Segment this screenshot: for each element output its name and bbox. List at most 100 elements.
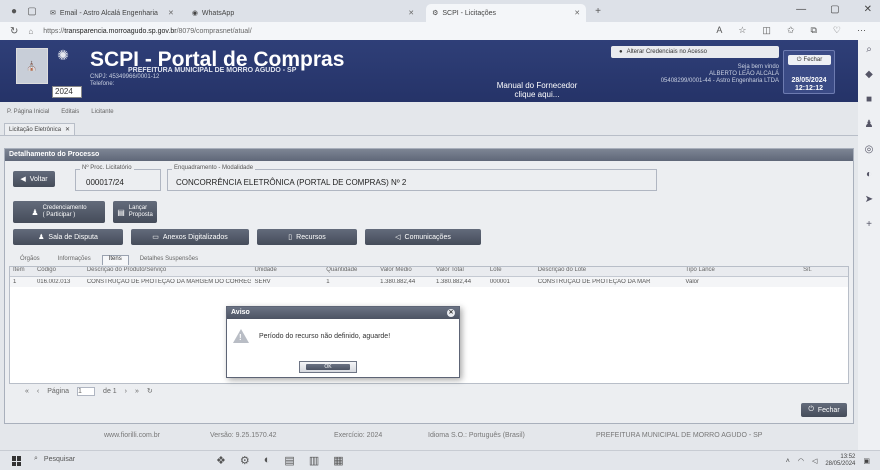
minimize-icon[interactable]: — [796, 4, 806, 15]
store-icon[interactable]: ▦ [333, 454, 343, 467]
outlook-icon[interactable]: ◐ [866, 169, 872, 180]
fechar-top-button[interactable]: ⏻ Fechar [788, 55, 831, 65]
column-header[interactable]: Tipo Lance [682, 267, 800, 276]
city-crest-logo: ⛪ [16, 48, 48, 84]
voltar-button[interactable]: ◀ Voltar [13, 171, 55, 187]
chevron-up-icon[interactable]: ˄ [786, 458, 790, 465]
prefeitura-text: PREFEITURA MUNICIPAL DE MORRO AGUDO - SP [596, 431, 763, 439]
panel-title: Detalhamento do Processo [5, 149, 853, 161]
wifi-icon[interactable]: ◠ [798, 457, 804, 465]
next-page-icon[interactable]: › [125, 388, 127, 395]
workspaces-icon[interactable]: ▢ [26, 5, 38, 17]
prev-page-icon[interactable]: ‹ [37, 388, 39, 395]
column-header[interactable]: Unidade [251, 267, 323, 276]
lancar-proposta-button[interactable]: ▤ Lançar Proposta [113, 201, 157, 223]
games-icon[interactable]: ♟ [865, 119, 874, 130]
column-header[interactable]: Sit. [800, 267, 848, 276]
fechar-button[interactable]: ⏻ Fechar [801, 403, 847, 417]
send-icon[interactable]: ➤ [865, 194, 873, 205]
close-icon[interactable]: ✕ [447, 309, 455, 317]
explorer-icon[interactable]: ▥ [309, 454, 319, 467]
column-header[interactable]: Código [34, 267, 84, 276]
user-info: Seja bem vindo ALBERTO LEÃO ALCALÁ 05408… [660, 64, 779, 84]
files-icon[interactable]: ▤ [284, 454, 294, 467]
site-link[interactable]: www.fiorilli.com.br [104, 432, 160, 439]
add-icon[interactable]: + [866, 219, 872, 230]
collections-icon[interactable]: ⧉ [810, 25, 816, 36]
ok-button[interactable]: OK [299, 361, 357, 373]
refresh-icon[interactable]: ↻ [10, 26, 18, 37]
new-tab-icon[interactable]: + [592, 5, 604, 17]
browser-tab-scpi[interactable]: ⚙ SCPI - Licitações ✕ [426, 4, 587, 22]
column-header[interactable]: Descrição do Lote [535, 267, 683, 276]
settings-icon[interactable]: ⚙ [240, 454, 250, 467]
toolbar-licitante[interactable]: Licitante [88, 108, 116, 120]
column-header[interactable]: Valor Médio [377, 267, 433, 276]
profile-icon[interactable]: ● [8, 5, 20, 17]
tab-licitacao-eletronica[interactable]: Licitação Eletrônica ✕ [4, 123, 76, 135]
refresh-grid-icon[interactable]: ↻ [147, 387, 153, 395]
browser-tab-whatsapp[interactable]: ◉ WhatsApp ✕ [186, 4, 420, 22]
table-row[interactable]: 1 016.002.013 CONSTRUÇÃO DE PROTEÇÃO DA … [10, 277, 848, 287]
last-page-icon[interactable]: » [135, 388, 139, 395]
first-page-icon[interactable]: « [25, 388, 29, 395]
recursos-button[interactable]: ▯ Recursos [257, 229, 357, 245]
maximize-icon[interactable]: ▢ [830, 4, 839, 15]
office-icon[interactable]: ◎ [865, 144, 874, 155]
alterar-credenciais-button[interactable]: ● Alterar Credenciais no Acesso [611, 46, 779, 58]
favorite-icon[interactable]: ☆ [738, 25, 746, 36]
column-header[interactable]: Quantidade [323, 267, 377, 276]
status-bar: www.fiorilli.com.br Versão: 9.25.1570.42… [0, 428, 858, 442]
edge-icon[interactable]: ◐ [264, 454, 271, 467]
extensions-icon[interactable]: ♡ [833, 25, 841, 36]
volume-icon[interactable]: ◁ [812, 457, 817, 465]
column-header[interactable]: Valor Total [433, 267, 487, 276]
column-header[interactable]: Lote [487, 267, 535, 276]
anexos-digitalizados-button[interactable]: ▭ Anexos Digitalizados [131, 229, 249, 245]
comunicacoes-button[interactable]: ◁ Comunicações [365, 229, 481, 245]
detalhamento-panel: Detalhamento do Processo ◀ Voltar Nº Pro… [4, 148, 854, 424]
tag-icon[interactable]: ◆ [865, 69, 873, 80]
sala-disputa-button[interactable]: ♟ Sala de Disputa [13, 229, 123, 245]
toolbar-pagina-inicial[interactable]: P. Página Inicial [4, 108, 52, 120]
year-select[interactable]: 2024 [52, 86, 82, 98]
column-header[interactable]: Descrição do Produto/Serviço [84, 267, 252, 276]
address-bar-icons: A ☆ ◫ ✩ ⧉ ♡ ⋯ [716, 25, 866, 36]
toolbar-editais[interactable]: Editais [58, 108, 82, 120]
notification-icon[interactable]: ▣ [863, 457, 870, 465]
taskbar-clock[interactable]: 13:52 28/05/2024 [825, 454, 855, 468]
edge-sidebar: ⌕ ◆ ■ ♟ ◎ ◐ ➤ + [858, 40, 880, 450]
portal-header: ⛪ ✺ 2024 SCPI - Portal de Compras PREFEI… [0, 40, 858, 102]
tab-informacoes[interactable]: Informações [51, 255, 98, 265]
close-window-icon[interactable]: ✕ [864, 4, 872, 15]
close-tab-icon[interactable]: ✕ [168, 9, 174, 17]
taskbar-search[interactable]: ⌕ Pesquisar [34, 455, 75, 463]
favorites-icon[interactable]: ✩ [787, 25, 795, 36]
proc-licitatorio-field: Nº Proc. Licitatório 000017/24 [75, 165, 161, 191]
search-icon[interactable]: ⌕ [866, 44, 872, 55]
more-icon[interactable]: ⋯ [857, 25, 866, 36]
page-number-input[interactable]: 1 [77, 386, 96, 396]
windows-start-icon[interactable] [12, 456, 22, 466]
close-tab-icon[interactable]: ✕ [65, 126, 70, 133]
widgets-icon[interactable]: ❖ [216, 454, 226, 467]
tab-detalhes-suspensoes[interactable]: Detalhes Suspensões [133, 255, 205, 265]
document-icon: ▤ [117, 207, 125, 217]
close-tab-icon[interactable]: ✕ [408, 9, 414, 17]
column-header[interactable]: Item [10, 267, 34, 276]
read-aloud-icon[interactable]: A [716, 25, 722, 36]
version-text: Versão: 9.25.1570.42 [210, 431, 277, 439]
tab-orgaos[interactable]: Órgãos [13, 255, 47, 265]
manual-fornecedor-link[interactable]: Manual do Fornecedor clique aqui... [470, 81, 604, 99]
url-field[interactable]: https://transparencia.morroagudo.sp.gov.… [43, 28, 251, 35]
briefcase-icon[interactable]: ■ [866, 94, 872, 105]
folder-icon: ▭ [152, 234, 159, 241]
tab-itens[interactable]: Itens [101, 255, 129, 265]
close-tab-icon[interactable]: ✕ [574, 9, 580, 17]
page-content: ⛪ ✺ 2024 SCPI - Portal de Compras PREFEI… [0, 40, 858, 450]
credenciamento-button[interactable]: ♟ Credenciamento( Participar ) [13, 201, 105, 223]
browser-tab-email[interactable]: ✉ Email - Astro Alcalá Engenharia ✕ [44, 4, 180, 22]
lock-icon[interactable]: ⌂ [28, 27, 33, 36]
seal-icon: ✺ [57, 47, 69, 63]
split-screen-icon[interactable]: ◫ [762, 25, 771, 36]
